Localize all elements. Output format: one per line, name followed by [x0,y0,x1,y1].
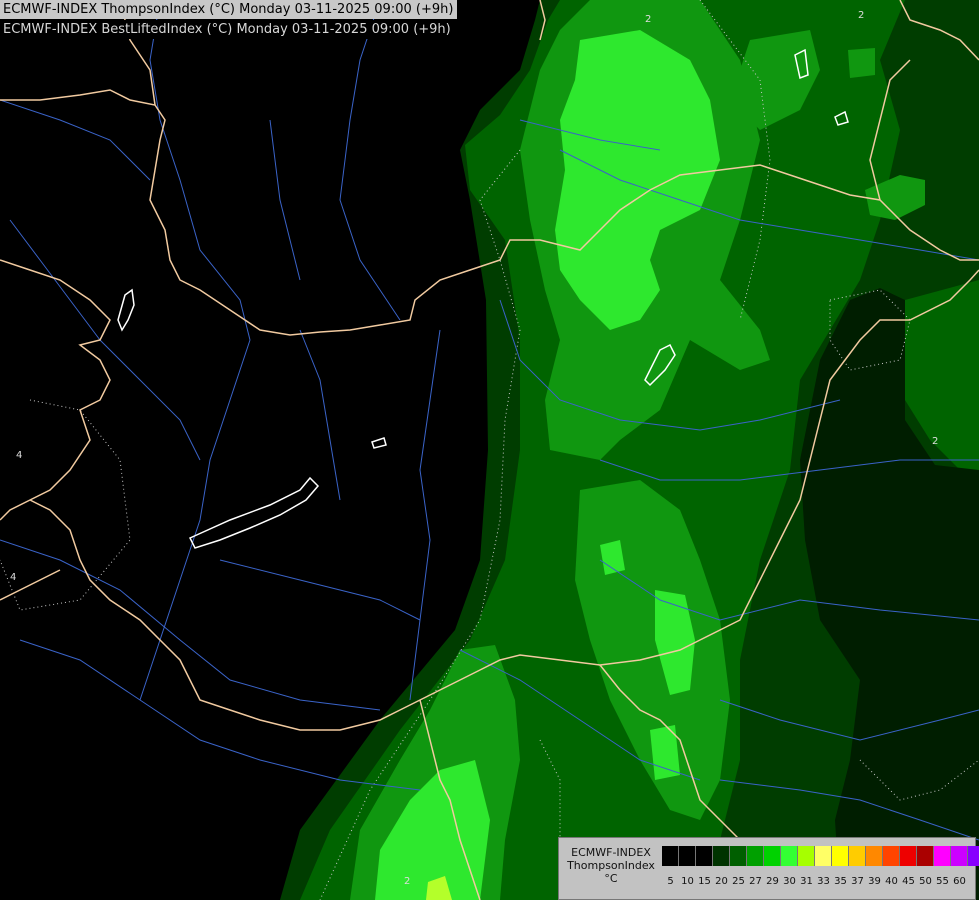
legend-swatch [951,846,968,866]
header-title-thompson: ECMWF-INDEX ThompsonIndex (°C) Monday 03… [0,0,458,19]
header-title-bestlifted: ECMWF-INDEX BestLiftedIndex (°C) Monday … [0,20,455,39]
legend-tick-label: 60 [953,876,966,887]
legend-swatch [815,846,832,866]
contour-label: 4 [10,572,16,583]
contour-label: 2 [645,14,651,25]
legend-tick-label: 5 [667,876,674,887]
legend-ticks: 5 10 15 20 25 27 29 30 31 33 35 37 39 40 45 50 55 60 [662,876,968,888]
legend-swatch [747,846,764,866]
color-legend: ECMWF-INDEX ThompsonIndex °C 5 10 15 20 25 27… [558,837,979,900]
legend-tick-label: 45 [902,876,915,887]
legend-swatch [900,846,917,866]
legend-swatch [696,846,713,866]
legend-swatch [781,846,798,866]
legend-tick-label: 20 [715,876,728,887]
legend-tick-label: 30 [783,876,796,887]
legend-swatch [764,846,781,866]
legend-tick-label: 39 [868,876,881,887]
legend-swatches [662,846,979,866]
legend-swatch [798,846,815,866]
legend-tick-label: 55 [936,876,949,887]
legend-swatch [934,846,951,866]
legend-title-unit: °C [604,872,618,885]
legend-tick-label: 35 [834,876,847,887]
legend-tick-label: 25 [732,876,745,887]
contour-label: 2 [932,436,938,447]
map-header: ECMWF-INDEX ThompsonIndex (°C) Monday 03… [0,0,458,39]
legend-tick-label: 10 [681,876,694,887]
legend-title-model: ECMWF-INDEX [571,846,651,859]
legend-tick-label: 50 [919,876,932,887]
weather-map: 2 2 4 4 2 2 [0,0,979,900]
contour-label: 2 [858,10,864,21]
contour-label: 2 [404,876,410,887]
legend-tick-label: 37 [851,876,864,887]
contour-label: 4 [16,450,22,461]
legend-swatch [866,846,883,866]
legend-swatch [662,846,679,866]
legend-tick-label: 15 [698,876,711,887]
legend-swatch [713,846,730,866]
legend-swatch [968,846,979,866]
legend-swatch [849,846,866,866]
field-level-27-patch [848,48,875,78]
legend-swatch [679,846,696,866]
legend-swatch [730,846,747,866]
legend-tick-label: 27 [749,876,762,887]
legend-tick-label: 31 [800,876,813,887]
legend-swatch [832,846,849,866]
legend-swatch [917,846,934,866]
legend-tick-label: 29 [766,876,779,887]
legend-title: ECMWF-INDEX ThompsonIndex °C [563,846,659,885]
legend-swatch [883,846,900,866]
legend-tick-label: 33 [817,876,830,887]
legend-tick-label: 40 [885,876,898,887]
legend-title-index: ThompsonIndex [567,859,655,872]
